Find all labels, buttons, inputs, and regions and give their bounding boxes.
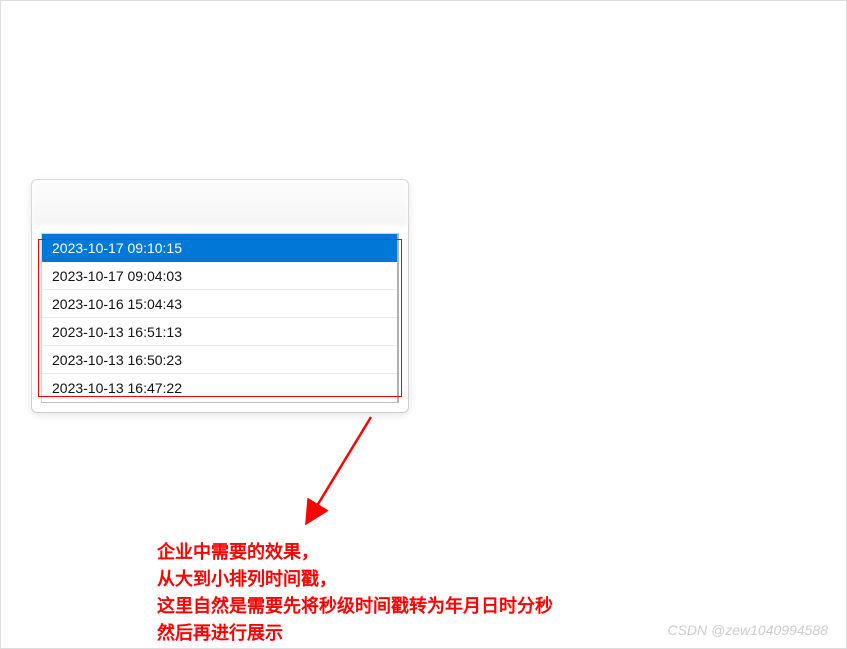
annotation-line: 从大到小排列时间戳， xyxy=(157,566,553,593)
result-window: 2023-10-17 09:10:15 2023-10-17 09:04:03 … xyxy=(31,179,409,413)
list-item[interactable]: 2023-10-17 09:04:03 xyxy=(42,262,397,290)
list-item[interactable]: 2023-10-16 15:04:43 xyxy=(42,290,397,318)
list-item[interactable]: 2023-10-13 16:50:23 xyxy=(42,346,397,374)
timestamp-list-container: 2023-10-17 09:10:15 2023-10-17 09:04:03 … xyxy=(32,233,408,403)
annotation-line: 这里自然是需要先将秒级时间戳转为年月日时分秒 xyxy=(157,593,553,620)
annotation-line: 然后再进行展示 xyxy=(157,620,553,647)
window-header xyxy=(32,180,408,224)
watermark: CSDN @zew1040994588 xyxy=(667,622,828,638)
list-item[interactable]: 2023-10-13 16:47:22 xyxy=(42,374,397,402)
timestamp-list: 2023-10-17 09:10:15 2023-10-17 09:04:03 … xyxy=(41,233,399,403)
annotation-text: 企业中需要的效果， 从大到小排列时间戳， 这里自然是需要先将秒级时间戳转为年月日… xyxy=(157,539,553,647)
list-item[interactable]: 2023-10-13 16:51:13 xyxy=(42,318,397,346)
list-item[interactable]: 2023-10-17 09:10:15 xyxy=(42,234,397,262)
annotation-arrow xyxy=(291,409,391,529)
annotation-line: 企业中需要的效果， xyxy=(157,539,553,566)
